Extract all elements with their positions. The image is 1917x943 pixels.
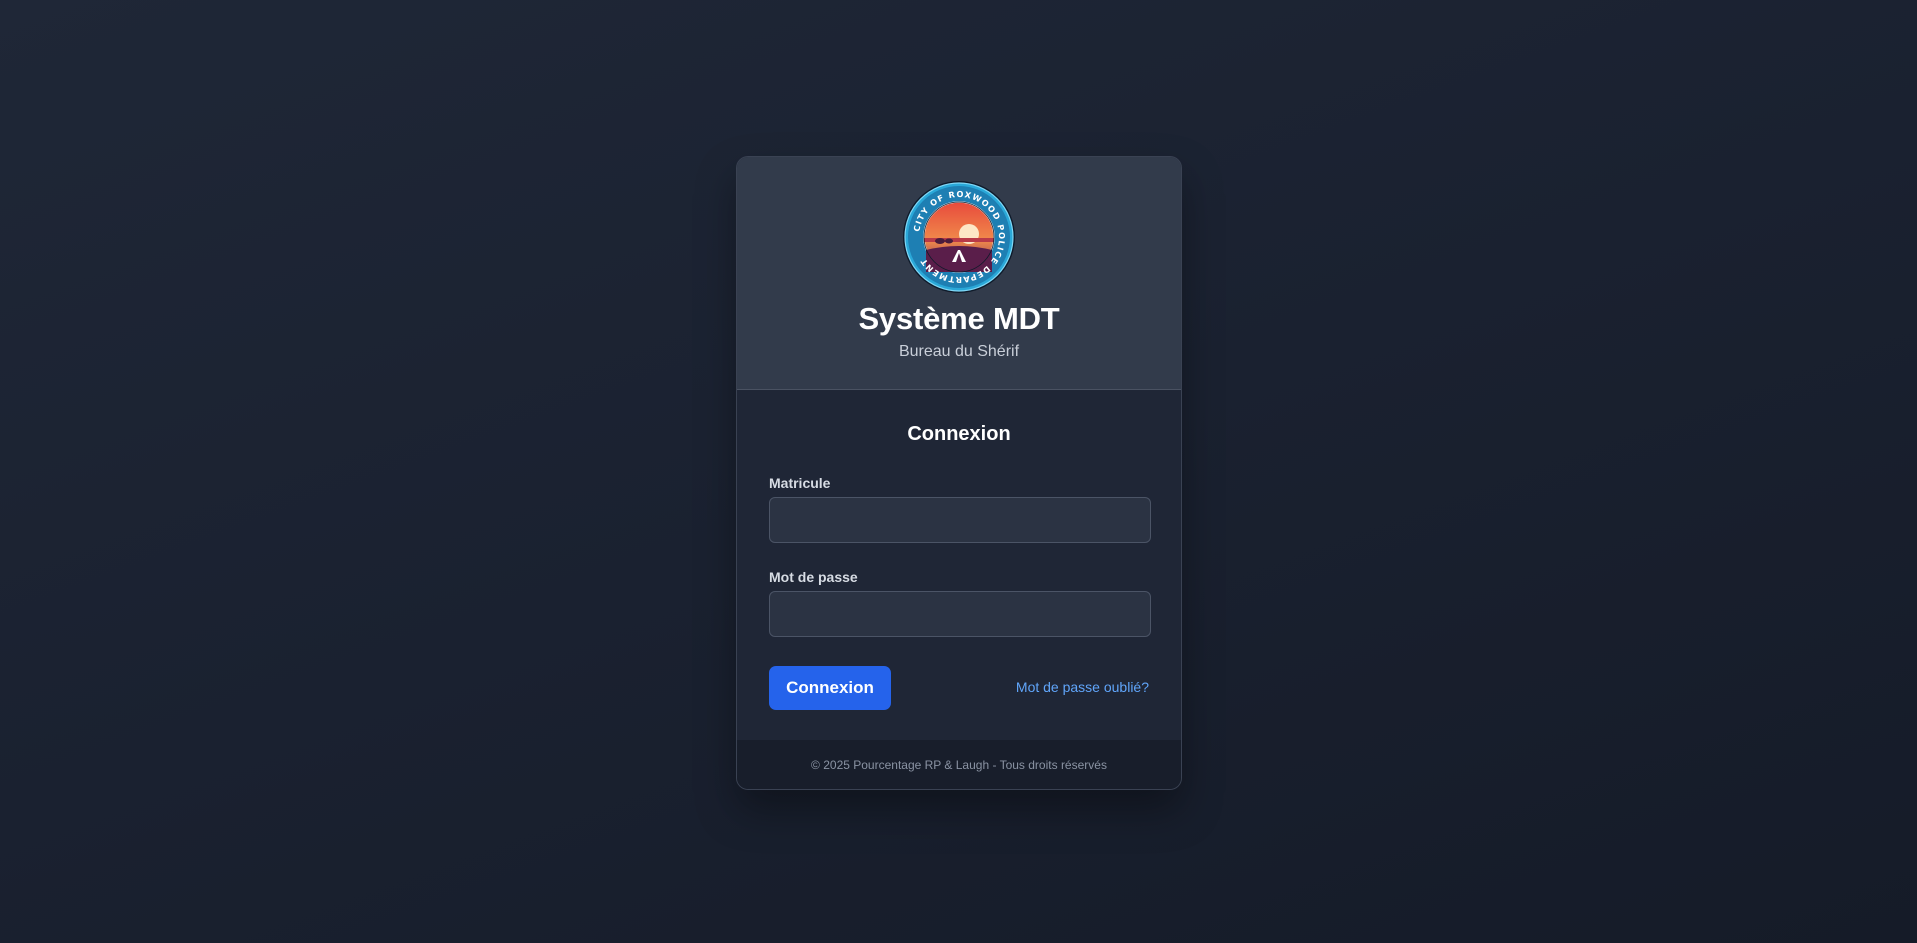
form-title: Connexion xyxy=(907,423,1011,445)
forgot-password-link[interactable]: Mot de passe oublié? xyxy=(1016,679,1149,695)
password-label: Mot de passe xyxy=(769,569,858,585)
police-badge-icon: CITY OF ROXWOOD POLICE DEPARTMENT xyxy=(902,180,1016,294)
login-card: CITY OF ROXWOOD POLICE DEPARTMENT Systèm… xyxy=(736,156,1182,790)
app-subtitle: Bureau du Shérif xyxy=(898,343,1020,360)
footer-copyright: © 2025 Pourcentage RP & Laugh - Tous dro… xyxy=(737,740,1181,789)
password-input[interactable] xyxy=(769,591,1151,637)
login-button[interactable]: Connexion xyxy=(769,666,891,710)
matricule-input[interactable] xyxy=(769,497,1151,543)
card-header: CITY OF ROXWOOD POLICE DEPARTMENT Systèm… xyxy=(737,157,1181,390)
login-form: Connexion Matricule Mot de passe Connexi… xyxy=(737,390,1181,742)
app-title: Système MDT xyxy=(858,301,1060,336)
matricule-label: Matricule xyxy=(769,475,831,491)
